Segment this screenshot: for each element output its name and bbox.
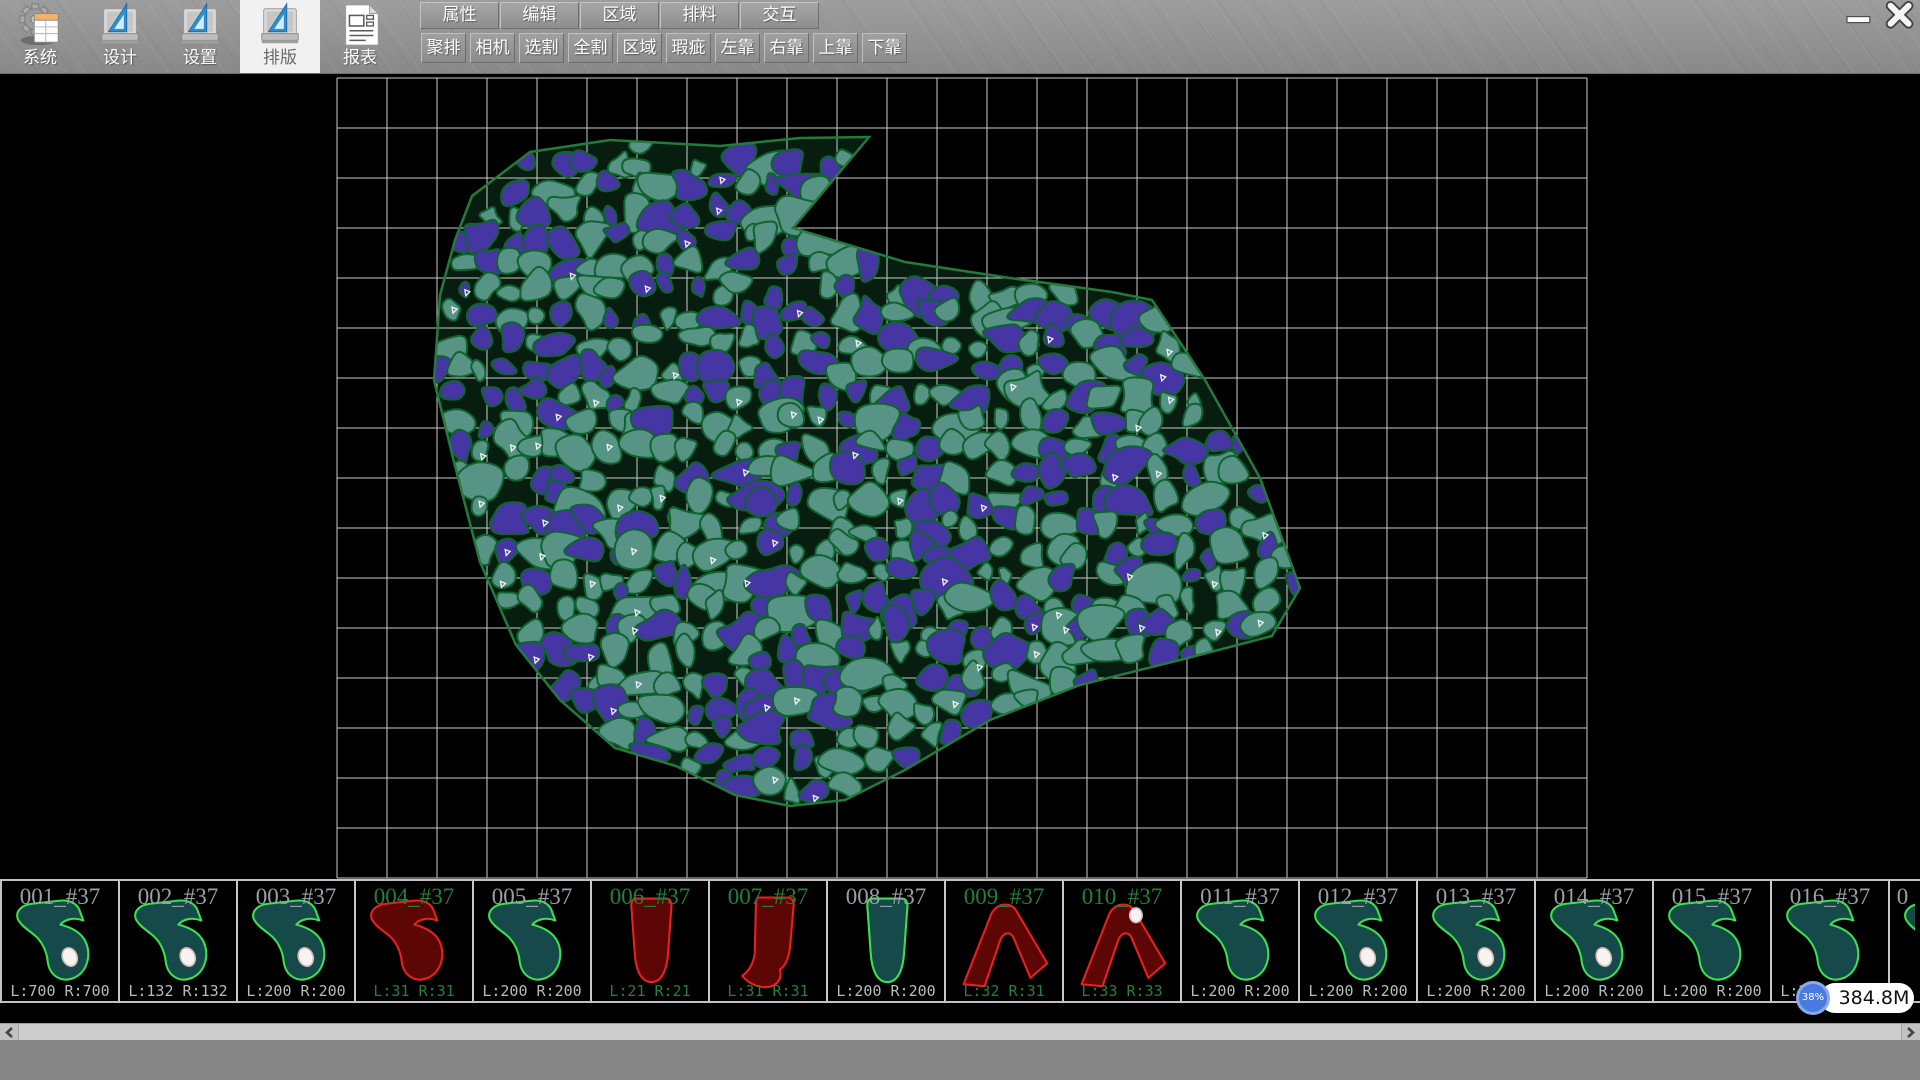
piece-thumbnail-9[interactable]: 009_#37 L:32 R:31: [946, 881, 1064, 1001]
ruler-icon: [257, 2, 303, 48]
gear-table-icon: [17, 2, 63, 48]
piece-lr-count: L:200 R:200: [1418, 982, 1534, 1000]
piece-thumbnail-7[interactable]: 007_#37 L:31 R:31: [710, 881, 828, 1001]
menu-tab-2[interactable]: 区域: [580, 2, 659, 29]
scroll-left-button[interactable]: [0, 1024, 19, 1041]
piece-title: 016_#37: [1772, 884, 1888, 910]
piece-lr-count: L:200 R:200: [1300, 982, 1416, 1000]
piece-title: 011_#37: [1182, 884, 1298, 910]
piece-lr-count: L:200 R:200: [1182, 982, 1298, 1000]
piece-title: 015_#37: [1654, 884, 1770, 910]
piece-lr-count: L:132 R:132: [120, 982, 236, 1000]
tool-button-0[interactable]: 聚排: [421, 33, 466, 63]
tool-button-8[interactable]: 上靠: [813, 33, 858, 63]
piece-lr-count: L:200 R:200: [238, 982, 354, 1000]
app-button-setup[interactable]: 设置: [160, 0, 240, 73]
tool-button-row: 聚排相机选割全割区域瑕疵左靠右靠上靠下靠: [421, 33, 907, 63]
window-controls: [1841, 1, 1917, 29]
piece-thumbnail-1[interactable]: 001_#37 L:700 R:700: [2, 881, 120, 1001]
progress-percent: 38%: [1796, 981, 1830, 1015]
piece-title: 004_#37: [356, 884, 472, 910]
piece-lr-count: L:200 R:200: [1536, 982, 1652, 1000]
piece-title: 012_#37: [1300, 884, 1416, 910]
app-button-report[interactable]: 报表: [320, 0, 400, 73]
piece-thumbnail-4[interactable]: 004_#37 L:31 R:31: [356, 881, 474, 1001]
piece-lr-count: L:700 R:700: [2, 982, 118, 1000]
menu-tab-3[interactable]: 排料: [660, 2, 739, 29]
piece-title: 002_#37: [120, 884, 236, 910]
app-button-label: 排版: [263, 48, 297, 68]
tool-button-5[interactable]: 瑕疵: [666, 33, 711, 63]
memory-usage: 384.8M: [1820, 983, 1914, 1013]
app-button-label: 系统: [23, 48, 57, 68]
tool-button-7[interactable]: 右靠: [764, 33, 809, 63]
menu-tab-row: 属性编辑区域排料交互: [420, 2, 819, 29]
piece-title: 014_#37: [1536, 884, 1652, 910]
app-buttons: 系统 设计 设置 排版 报表: [0, 0, 400, 73]
main-toolbar: 系统 设计 设置 排版 报表 属性编辑区域排料交互 聚排相机选割全割区域瑕疵左靠…: [0, 0, 1920, 74]
minimize-icon: [1841, 1, 1877, 30]
tool-button-2[interactable]: 选割: [519, 33, 564, 63]
piece-thumbnail-11[interactable]: 011_#37 L:200 R:200: [1182, 881, 1300, 1001]
piece-title: 007_#37: [710, 884, 826, 910]
close-icon: [1881, 1, 1917, 30]
app-button-label: 报表: [343, 48, 377, 68]
tool-button-4[interactable]: 区域: [617, 33, 662, 63]
piece-lr-count: L:33 R:33: [1064, 982, 1180, 1000]
piece-lr-count: L:200 R:200: [1654, 982, 1770, 1000]
tool-button-9[interactable]: 下靠: [862, 33, 907, 63]
tool-button-3[interactable]: 全割: [568, 33, 613, 63]
menu-tab-4[interactable]: 交互: [740, 2, 819, 29]
piece-thumbnail-15[interactable]: 015_#37 L:200 R:200: [1654, 881, 1772, 1001]
window-frame-bottom: [0, 1040, 1920, 1080]
piece-title: 005_#37: [474, 884, 590, 910]
piece-lr-count: L:31 R:31: [356, 982, 472, 1000]
piece-thumbnail-14[interactable]: 014_#37 L:200 R:200: [1536, 881, 1654, 1001]
piece-title: 003_#37: [238, 884, 354, 910]
menu-tab-1[interactable]: 编辑: [500, 2, 579, 29]
piece-lr-count: L:200 R:200: [474, 982, 590, 1000]
report-icon: [337, 2, 383, 48]
minimize-button[interactable]: [1841, 1, 1877, 29]
piece-title: 009_#37: [946, 884, 1062, 910]
chevron-right-icon: [1906, 1027, 1916, 1038]
ruler-icon: [177, 2, 223, 48]
piece-lr-count: L:21 R:21: [592, 982, 708, 1000]
chevron-left-icon: [4, 1027, 14, 1038]
tool-button-1[interactable]: 相机: [470, 33, 515, 63]
scroll-right-button[interactable]: [1901, 1024, 1920, 1041]
piece-title: 008_#37: [828, 884, 944, 910]
horizontal-scrollbar[interactable]: [0, 1023, 1920, 1040]
tool-button-6[interactable]: 左靠: [715, 33, 760, 63]
piece-lr-count: L:31 R:31: [710, 982, 826, 1000]
close-button[interactable]: [1881, 1, 1917, 29]
piece-title: 0: [1890, 884, 1915, 910]
app-button-label: 设置: [183, 48, 217, 68]
ruler-icon: [97, 2, 143, 48]
piece-thumbnail-6[interactable]: 006_#37 L:21 R:21: [592, 881, 710, 1001]
pieces-strip: 001_#37L:700 R:700 002_#37L:132 R:132 00…: [0, 879, 1920, 1003]
piece-thumbnail-2[interactable]: 002_#37 L:132 R:132: [120, 881, 238, 1001]
app-button-nesting[interactable]: 排版: [240, 0, 320, 73]
piece-title: 010_#37: [1064, 884, 1180, 910]
piece-thumbnail-10[interactable]: 010_#37 L:33 R:33: [1064, 881, 1182, 1001]
app-button-label: 设计: [103, 48, 137, 68]
piece-thumbnail-5[interactable]: 005_#37 L:200 R:200: [474, 881, 592, 1001]
piece-title: 001_#37: [2, 884, 118, 910]
menu-tab-0[interactable]: 属性: [420, 2, 499, 29]
piece-title: 006_#37: [592, 884, 708, 910]
progress-badge: 384.8M 38%: [1796, 981, 1916, 1017]
app-button-system[interactable]: 系统: [0, 0, 80, 73]
piece-lr-count: L:200 R:200: [828, 982, 944, 1000]
piece-thumbnail-3[interactable]: 003_#37 L:200 R:200: [238, 881, 356, 1001]
piece-lr-count: L:32 R:31: [946, 982, 1062, 1000]
piece-thumbnail-12[interactable]: 012_#37 L:200 R:200: [1300, 881, 1418, 1001]
app-button-design[interactable]: 设计: [80, 0, 160, 73]
piece-title: 013_#37: [1418, 884, 1534, 910]
piece-thumbnail-8[interactable]: 008_#37 L:200 R:200: [828, 881, 946, 1001]
piece-thumbnail-13[interactable]: 013_#37 L:200 R:200: [1418, 881, 1536, 1001]
app-window: 系统 设计 设置 排版 报表 属性编辑区域排料交互 聚排相机选割全割区域瑕疵左靠…: [0, 0, 1920, 1080]
